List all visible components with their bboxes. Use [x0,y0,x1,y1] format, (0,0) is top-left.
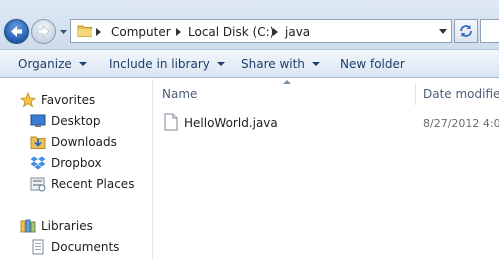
nav-desktop[interactable]: Desktop [30,112,101,130]
breadcrumb-computer[interactable]: Computer [111,24,171,40]
file-icon [164,113,178,131]
refresh-icon [460,25,472,37]
address-box[interactable]: Computer Local Disk (C:) java [70,19,452,43]
chevron-down-icon [311,62,320,66]
nav-downloads[interactable]: Downloads [30,133,117,151]
sort-ascending-icon [283,80,291,84]
file-name: HelloWorld.java [184,116,278,130]
dropbox-icon [30,156,46,170]
desktop-icon [30,114,46,127]
search-input[interactable] [480,19,499,43]
libraries-label: Libraries [41,219,93,233]
nav-item-label: Documents [51,240,120,254]
refresh-button[interactable] [454,19,478,43]
navigation-pane: Favorites Desktop Downloads Dropbox Rece… [0,79,152,260]
libraries-icon [20,219,36,233]
star-icon [20,92,36,108]
command-bar: Organize Include in library Share with N… [0,49,499,78]
nav-item-label: Downloads [51,135,117,149]
include-in-library-label: Include in library [109,57,210,71]
column-header-date-modified[interactable]: Date modified [423,87,499,101]
nav-item-label: Dropbox [51,156,102,170]
file-row[interactable]: HelloWorld.java 8/27/2012 4:02 [153,113,499,133]
back-button[interactable] [4,19,29,44]
address-bar-row: Computer Local Disk (C:) java [0,0,499,49]
chevron-down-icon [216,62,225,66]
nav-dropbox[interactable]: Dropbox [30,154,102,172]
breadcrumb-local-disk[interactable]: Local Disk (C:) [188,24,274,40]
share-with-button[interactable]: Share with [241,57,320,71]
forward-arrow-icon [37,25,50,38]
organize-button[interactable]: Organize [18,57,87,71]
nav-documents[interactable]: Documents [30,238,119,256]
breadcrumb-separator[interactable] [96,28,101,36]
breadcrumb-separator[interactable] [176,28,181,36]
column-header-row: Name Date modified [153,79,499,105]
forward-button[interactable] [31,19,56,44]
documents-icon [32,239,44,255]
nav-libraries[interactable]: Libraries [20,217,93,235]
nav-item-label: Desktop [51,114,101,128]
chevron-down-icon [78,62,87,66]
nav-favorites[interactable]: Favorites [20,91,95,109]
favorites-label: Favorites [41,93,96,107]
nav-recent-places[interactable]: Recent Places [30,175,134,193]
organize-label: Organize [18,57,72,71]
back-arrow-icon [11,26,22,37]
recent-pages-dropdown[interactable] [59,27,68,36]
share-with-label: Share with [241,57,305,71]
breadcrumb-separator[interactable] [273,28,278,36]
new-folder-label: New folder [340,57,405,71]
file-list: Name Date modified HelloWorld.java 8/27/… [153,79,499,260]
breadcrumb-java[interactable]: java [285,24,310,40]
new-folder-button[interactable]: New folder [340,57,405,71]
folder-icon [77,25,92,37]
nav-item-label: Recent Places [51,177,135,191]
file-date-modified: 8/27/2012 4:02 [423,117,499,130]
address-dropdown-icon[interactable] [439,29,447,34]
column-divider[interactable] [415,83,416,105]
column-header-name[interactable]: Name [162,87,197,101]
downloads-icon [30,136,46,149]
recent-places-icon [30,177,46,192]
include-in-library-button[interactable]: Include in library [109,57,225,71]
